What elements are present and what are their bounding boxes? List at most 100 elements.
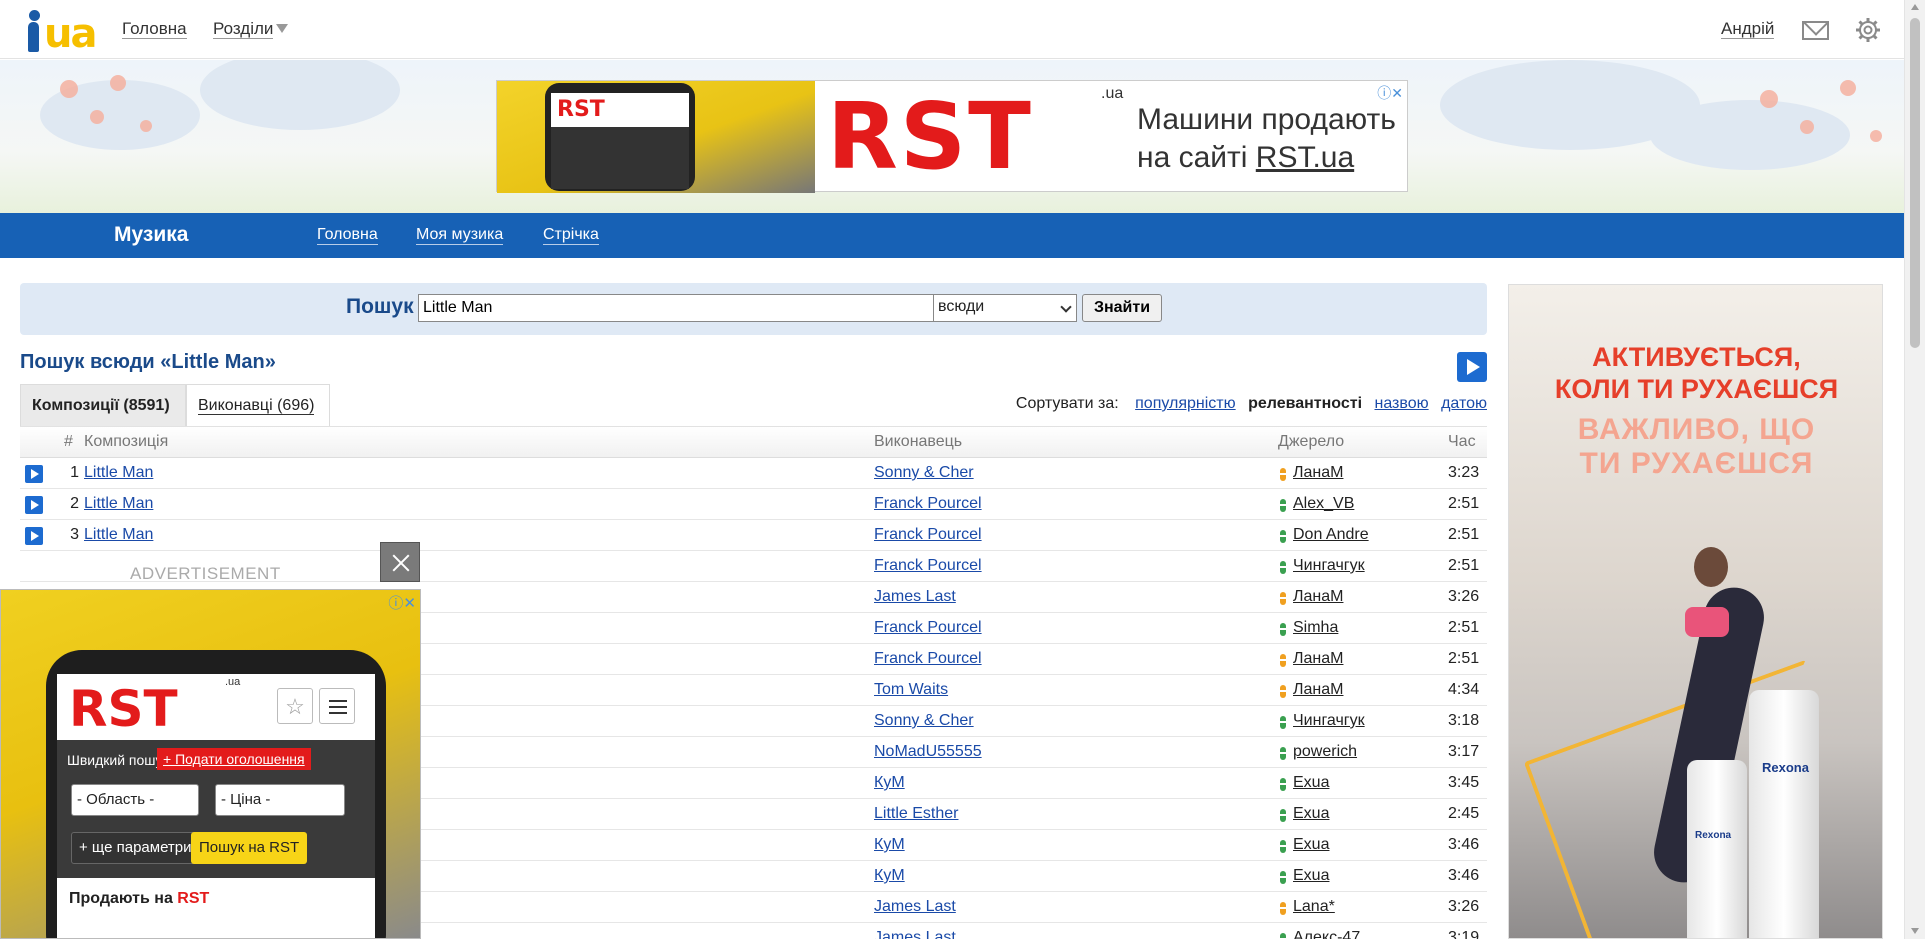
music-section-bar: Музика Головна Моя музика Стрічка: [0, 213, 1904, 258]
music-nav-feed[interactable]: Стрічка: [543, 226, 599, 245]
ad-tagline-line1: Машини продають: [1137, 103, 1396, 136]
composition-link[interactable]: Little Man: [84, 526, 153, 544]
table-header: # Композиція Виконавець Джерело Час: [20, 427, 1487, 458]
source-user-link[interactable]: Lana*: [1293, 898, 1335, 916]
header-time: Час: [1448, 433, 1476, 450]
close-ad-button[interactable]: [380, 542, 420, 582]
ad-info-close-icon[interactable]: ⓘ✕: [1377, 83, 1403, 103]
source-user-link[interactable]: ЛанаМ: [1293, 464, 1343, 482]
source-user-link[interactable]: ЛанаМ: [1293, 588, 1343, 606]
male-user-icon: [1280, 809, 1286, 822]
duration: 3:46: [1448, 836, 1480, 853]
sort-name[interactable]: назвою: [1375, 395, 1429, 412]
source-user-link[interactable]: Exua: [1293, 805, 1329, 823]
ad-tagline-link[interactable]: RST.ua: [1256, 141, 1354, 174]
star-icon: ☆: [277, 688, 313, 724]
play-all-icon[interactable]: [1457, 352, 1487, 382]
duration: 2:45: [1448, 805, 1480, 822]
top-bar: ua Головна Розділи Андрій: [0, 0, 1904, 59]
sort-popularity[interactable]: популярністю: [1135, 395, 1236, 412]
scroll-up-icon[interactable]: [1911, 4, 1919, 10]
artist-link[interactable]: James Last: [874, 898, 956, 916]
source-user-link[interactable]: Alex_VB: [1293, 495, 1354, 513]
artist-link[interactable]: Sonny & Cher: [874, 712, 974, 730]
composition-link[interactable]: Little Man: [84, 495, 153, 513]
deodorant-can-large: [1749, 690, 1819, 938]
play-icon[interactable]: [25, 496, 43, 514]
scroll-down-icon[interactable]: [1911, 928, 1919, 934]
menu-icon: [319, 688, 355, 724]
source-user-link[interactable]: Exua: [1293, 867, 1329, 885]
rst-banner-ad[interactable]: RST RST .ua Машини продають на сайті RST…: [496, 80, 1408, 193]
scroll-thumb[interactable]: [1910, 18, 1920, 348]
artist-link[interactable]: Sonny & Cher: [874, 464, 974, 482]
male-user-icon: [1280, 778, 1286, 791]
composition-link[interactable]: Little Man: [84, 464, 153, 482]
artist-link[interactable]: James Last: [874, 929, 956, 939]
artist-link[interactable]: Franck Pourcel: [874, 495, 982, 513]
duration: 4:34: [1448, 681, 1480, 698]
source-user-link[interactable]: powerich: [1293, 743, 1357, 761]
artist-link[interactable]: Franck Pourcel: [874, 557, 982, 575]
user-name-link[interactable]: Андрій: [1721, 20, 1775, 39]
female-user-icon: [1280, 902, 1286, 915]
ad-subheadline-line2: ТИ РУХАЄШСЯ: [1579, 447, 1814, 480]
source-user-link[interactable]: ЛанаМ: [1293, 681, 1343, 699]
artist-link[interactable]: Franck Pourcel: [874, 619, 982, 637]
ad-tagline-line2: на сайті: [1137, 141, 1256, 174]
artist-link[interactable]: NoMadU55555: [874, 743, 982, 761]
source-user-link[interactable]: Чингачгук: [1293, 712, 1365, 730]
play-icon[interactable]: [25, 527, 43, 545]
page-scrollbar[interactable]: [1904, 0, 1925, 939]
search-scope-select[interactable]: всюди: [933, 294, 1077, 322]
row-number: 2: [70, 495, 79, 512]
sort-date[interactable]: датою: [1441, 395, 1487, 412]
artist-link[interactable]: Little Esther: [874, 805, 958, 823]
sort-relevance: релевантності: [1248, 395, 1363, 412]
ad-subheadline-line1: ВАЖЛИВО, ЩО: [1577, 413, 1816, 446]
search-input[interactable]: [418, 294, 948, 322]
mail-icon[interactable]: [1802, 21, 1829, 40]
artist-link[interactable]: Franck Pourcel: [874, 650, 982, 668]
artist-link[interactable]: КуМ: [874, 867, 905, 885]
artist-link[interactable]: James Last: [874, 588, 956, 606]
tab-compositions[interactable]: Композиції (8591): [20, 384, 186, 426]
artist-link[interactable]: Franck Pourcel: [874, 526, 982, 544]
music-nav-my-music[interactable]: Моя музика: [416, 226, 504, 245]
source-user-link[interactable]: Simha: [1293, 619, 1338, 637]
runner-image: [1694, 547, 1728, 587]
play-icon[interactable]: [25, 465, 43, 483]
chevron-down-icon: [1060, 301, 1072, 313]
artist-link[interactable]: КуМ: [874, 836, 905, 854]
source-user-link[interactable]: Exua: [1293, 836, 1329, 854]
logo-i-body: [28, 22, 39, 52]
music-nav-home[interactable]: Головна: [317, 226, 378, 245]
iua-logo[interactable]: ua: [24, 8, 97, 57]
duration: 3:23: [1448, 464, 1480, 481]
source-user-link[interactable]: Алекс-47: [1293, 929, 1360, 939]
duration: 2:51: [1448, 650, 1480, 667]
sections-dropdown-arrow-icon[interactable]: [276, 24, 288, 33]
source-user-link[interactable]: Don Andre: [1293, 526, 1369, 544]
quick-search-label: Швидкий пошук: [67, 752, 169, 768]
artist-link[interactable]: Tom Waits: [874, 681, 948, 699]
top-link-home[interactable]: Головна: [122, 20, 187, 39]
ad-info-close-icon[interactable]: ⓘ✕: [388, 592, 416, 613]
tab-artists[interactable]: Виконавці (696): [186, 384, 330, 426]
tab-artists-label: Виконавці (696): [198, 397, 315, 415]
source-user-link[interactable]: ЛанаМ: [1293, 650, 1343, 668]
source-user-link[interactable]: Exua: [1293, 774, 1329, 792]
source-user-link[interactable]: Чингачгук: [1293, 557, 1365, 575]
duration: 3:26: [1448, 588, 1480, 605]
table-row: 2 Little Man Franck Pourcel Alex_VB 2:51: [20, 489, 1487, 520]
top-link-sections[interactable]: Розділи: [213, 20, 274, 39]
search-button[interactable]: Знайти: [1082, 294, 1162, 322]
sell-heading-prefix: Продають на: [69, 890, 178, 907]
music-title[interactable]: Музика: [114, 223, 188, 247]
rexona-side-ad[interactable]: АКТИВУЄТЬСЯ, КОЛИ ТИ РУХАЄШСЯ ВАЖЛИВО, Щ…: [1508, 284, 1883, 939]
rst-floating-ad[interactable]: ⓘ✕ RST .ua ☆ Швидкий пошук + Подати огол…: [0, 589, 421, 939]
gear-icon[interactable]: [1855, 17, 1881, 43]
female-user-icon: [1280, 654, 1286, 667]
artist-link[interactable]: КуМ: [874, 774, 905, 792]
duration: 2:51: [1448, 619, 1480, 636]
